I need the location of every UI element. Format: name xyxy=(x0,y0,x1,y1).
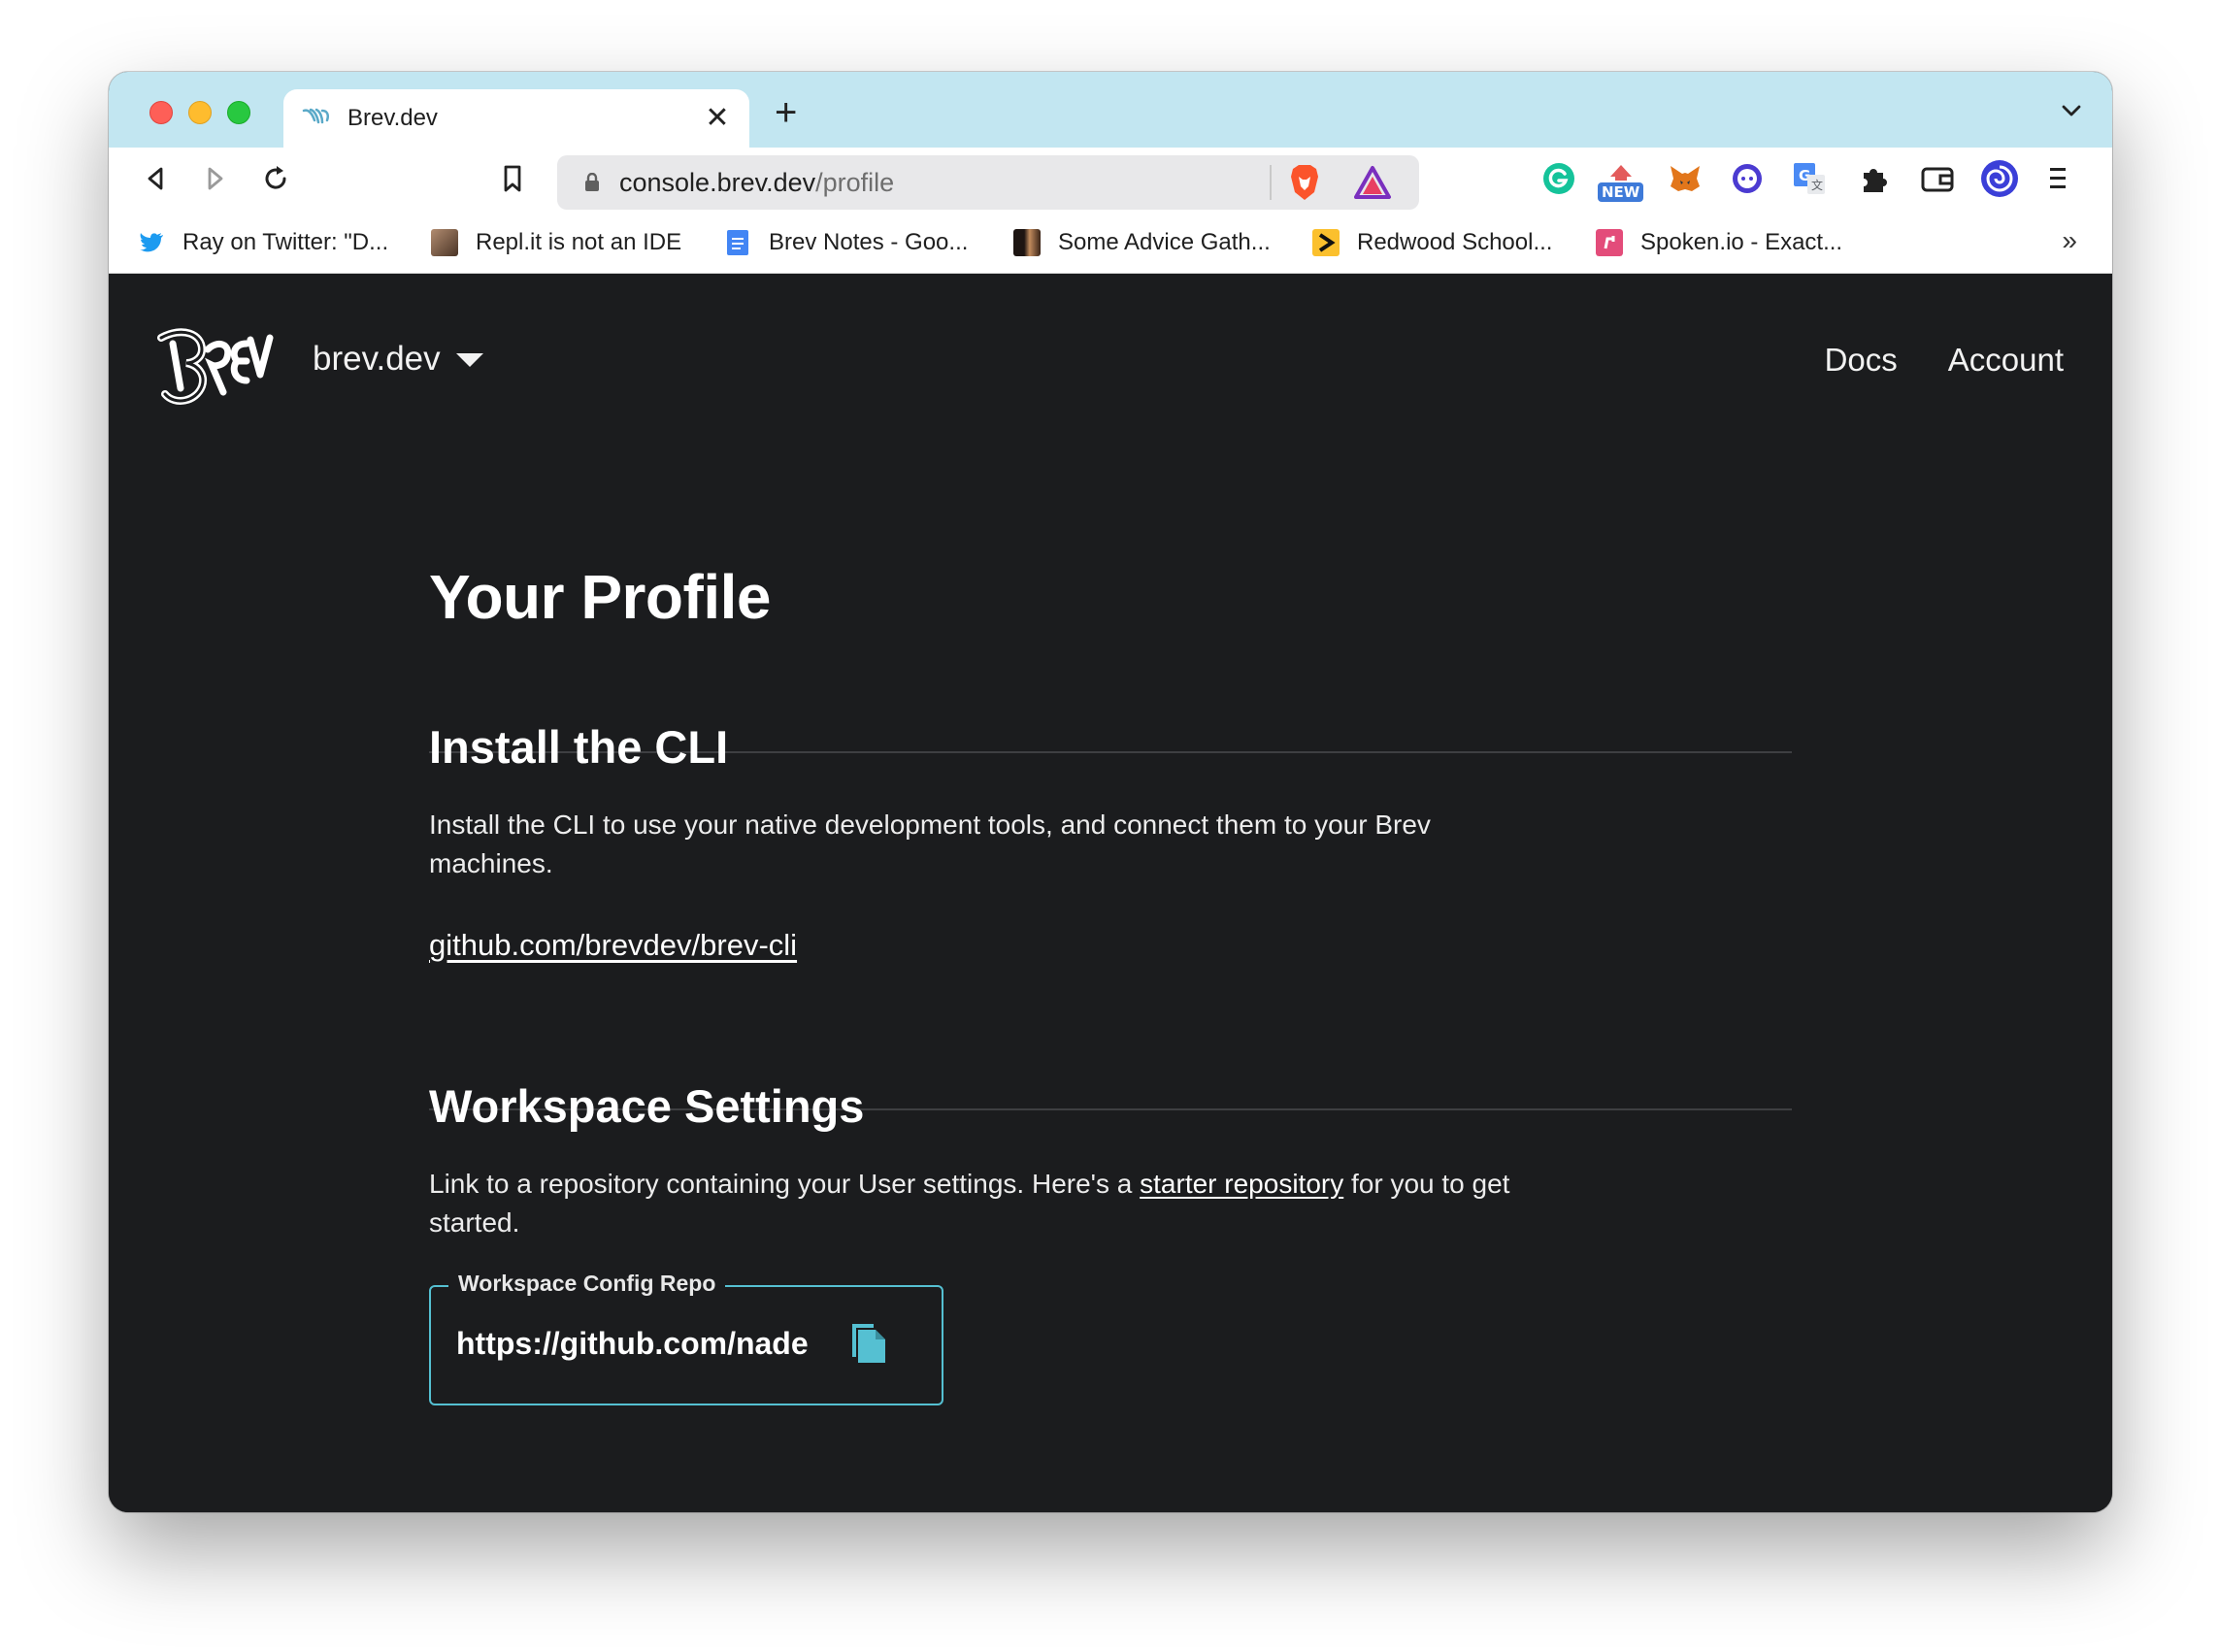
minimize-window-button[interactable] xyxy=(188,101,212,124)
bookmark-item[interactable]: Brev Notes - Goo... xyxy=(724,227,968,258)
svg-text:文: 文 xyxy=(1811,178,1823,192)
url-divider xyxy=(1270,165,1272,200)
extensions-puzzle-icon[interactable] xyxy=(1854,159,1893,198)
workspace-description: Link to a repository containing your Use… xyxy=(429,1165,1536,1242)
forward-icon[interactable] xyxy=(198,161,233,196)
menu-icon[interactable] xyxy=(2038,159,2077,198)
workspace-config-repo-field[interactable]: Workspace Config Repo https://github.com… xyxy=(429,1271,943,1405)
bookmark-label: Ray on Twitter: "D... xyxy=(182,229,389,255)
browser-toolbar: console.brev.dev/profile NEW G文 xyxy=(109,148,2112,212)
copy-icon[interactable] xyxy=(848,1318,887,1365)
address-bar[interactable]: console.brev.dev/profile xyxy=(557,155,1419,210)
chat-extension-icon[interactable] xyxy=(1728,159,1767,198)
grammarly-icon[interactable] xyxy=(1539,159,1578,198)
lock-icon xyxy=(585,173,599,191)
bookmark-item[interactable]: Repl.it is not an IDE xyxy=(431,227,681,258)
bookmarks-bar: Ray on Twitter: "D... Repl.it is not an … xyxy=(109,212,2112,274)
field-value[interactable]: https://github.com/nade xyxy=(456,1326,809,1362)
org-switcher[interactable]: brev.dev xyxy=(313,340,483,379)
tab-title: Brev.dev xyxy=(347,105,438,131)
page-content: brev.dev Docs Account Your Profile Insta… xyxy=(109,274,2112,1512)
bookmark-label: Brev Notes - Goo... xyxy=(769,229,969,255)
photo-icon xyxy=(1013,229,1041,256)
spoken-icon xyxy=(1596,229,1623,256)
brave-shields-icon[interactable] xyxy=(1287,163,1322,202)
bookmark-icon[interactable] xyxy=(495,161,530,196)
twitter-icon xyxy=(140,233,163,252)
close-window-button[interactable] xyxy=(149,101,173,124)
workspace-heading: Workspace Settings xyxy=(429,1080,865,1132)
org-name: brev.dev xyxy=(313,340,441,378)
chevron-down-icon[interactable] xyxy=(2060,99,2083,122)
back-icon[interactable] xyxy=(138,161,173,196)
nav-account-link[interactable]: Account xyxy=(1948,342,2064,379)
metamask-icon[interactable] xyxy=(1666,159,1704,198)
cli-repo-link[interactable]: github.com/brevdev/brev-cli xyxy=(429,928,797,963)
bookmark-item[interactable]: Ray on Twitter: "D... xyxy=(138,227,388,258)
new-badge: NEW xyxy=(1598,182,1644,202)
caret-down-icon xyxy=(455,353,483,367)
brave-rewards-icon[interactable] xyxy=(1353,165,1392,200)
photo-icon xyxy=(431,229,458,256)
bookmark-item[interactable]: Spoken.io - Exact... xyxy=(1596,227,1842,258)
cli-heading: Install the CLI xyxy=(429,721,729,773)
starter-repository-link[interactable]: starter repository xyxy=(1140,1169,1343,1199)
bookmark-label: Spoken.io - Exact... xyxy=(1640,229,1843,255)
brev-favicon-icon xyxy=(302,108,330,124)
bookmark-item[interactable]: Some Advice Gath... xyxy=(1013,227,1271,258)
top-nav: Docs Account xyxy=(1825,342,2064,379)
bookmark-label: Redwood School... xyxy=(1357,229,1553,255)
nav-docs-link[interactable]: Docs xyxy=(1825,342,1898,379)
maximize-window-button[interactable] xyxy=(227,101,250,124)
brev-logo[interactable] xyxy=(153,320,274,410)
reload-icon[interactable] xyxy=(258,161,293,196)
page-title: Your Profile xyxy=(429,562,771,632)
workspace-description-text: Link to a repository containing your Use… xyxy=(429,1169,1141,1199)
wallet-icon[interactable] xyxy=(1918,159,1957,198)
bookmark-item[interactable]: Redwood School... xyxy=(1312,227,1552,258)
redwood-icon xyxy=(1312,229,1340,256)
cli-description: Install the CLI to use your native devel… xyxy=(429,809,1431,878)
browser-window: Brev.dev ✕ + console.brev.dev/profile NE… xyxy=(109,72,2112,1512)
new-tab-button[interactable]: + xyxy=(775,93,797,132)
translate-icon[interactable]: G文 xyxy=(1790,159,1829,198)
close-tab-icon[interactable]: ✕ xyxy=(703,104,732,133)
google-docs-icon xyxy=(727,230,748,255)
url-host: console.brev.dev xyxy=(619,167,816,197)
more-bookmarks-button[interactable]: » xyxy=(2062,225,2077,256)
bookmark-label: Repl.it is not an IDE xyxy=(476,229,682,255)
new-badge-extension-icon[interactable]: NEW xyxy=(1598,159,1644,202)
field-label: Workspace Config Repo xyxy=(448,1271,726,1297)
tab-strip: Brev.dev ✕ + xyxy=(109,72,2112,148)
bookmark-label: Some Advice Gath... xyxy=(1058,229,1271,255)
profile-swirl-icon[interactable] xyxy=(1980,159,2019,198)
tab-brev[interactable]: Brev.dev ✕ xyxy=(283,89,749,148)
url-path: /profile xyxy=(815,167,895,197)
